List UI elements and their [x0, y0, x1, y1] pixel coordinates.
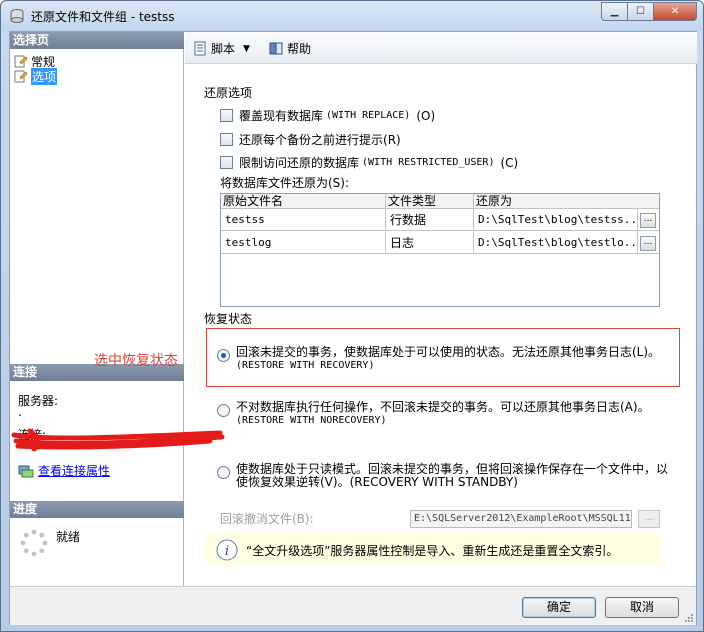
title-bar[interactable]: 还原文件和文件组 - testss ▁ ☐ ✕	[1, 1, 703, 31]
annotation-text: 选中恢复状态	[94, 353, 178, 369]
column-header[interactable]: 原始文件名	[221, 194, 386, 209]
view-connection-properties-link[interactable]: 查看连接属性	[18, 462, 110, 479]
progress-header: 进度	[10, 501, 184, 518]
radio-button[interactable]	[217, 404, 230, 417]
cell-restore-as[interactable]: D:\SqlTest\blog\testss...	[474, 209, 638, 231]
table-row[interactable]: testss 行数据 D:\SqlTest\blog\testss... ...	[221, 209, 659, 231]
option-overwrite-checkbox[interactable]: 覆盖现有数据库 (WITH REPLACE) (O)	[220, 107, 435, 124]
page-icon	[14, 70, 28, 83]
minimize-button[interactable]: ▁	[601, 2, 628, 21]
progress-status: 就绪	[56, 530, 81, 544]
cell-file-type: 行数据	[386, 209, 474, 231]
restore-database-icon	[10, 9, 24, 23]
server-value: .	[18, 405, 22, 419]
checkbox[interactable]	[220, 109, 233, 122]
dialog-client: 选择页 常规 选项 连接 服务器: . 连接: 查看连接属性 进度 就绪 脚本 …	[9, 31, 697, 625]
help-button[interactable]: 帮助	[269, 40, 311, 57]
undo-file-label: 回滚撤消文件(B):	[220, 512, 314, 526]
undo-file-input[interactable]: E:\SQLServer2012\ExampleRoot\MSSQL11	[410, 510, 632, 528]
resize-grip-icon[interactable]	[684, 613, 694, 623]
browse-button[interactable]: ...	[640, 236, 656, 251]
cell-file-type: 日志	[386, 232, 474, 254]
recovery-option-with-recovery[interactable]: 回滚未提交的事务，使数据库处于可以使用的状态。无法还原其他事务日志(L)。 (R…	[217, 346, 660, 372]
cancel-button[interactable]: 取消	[605, 597, 679, 618]
help-icon	[269, 42, 283, 55]
column-header[interactable]: 还原为	[474, 194, 660, 209]
option-restricted-checkbox[interactable]: 限制访问还原的数据库 (WITH RESTRICTED_USER) (C)	[220, 154, 518, 171]
info-message: i “全文升级选项”服务器属性控制是导入、重新生成还是重置全文索引。	[206, 534, 662, 566]
svg-text:i: i	[225, 544, 229, 559]
info-icon: i	[216, 539, 238, 561]
select-page-header: 选择页	[10, 32, 184, 49]
recovery-option-norecovery[interactable]: 不对数据库执行任何操作，不回滚未提交的事务。可以还原其他事务日志(A)。 (RE…	[217, 401, 650, 427]
close-button[interactable]: ✕	[653, 2, 697, 21]
restore-as-label: 将数据库文件还原为(S):	[220, 176, 350, 190]
browse-button[interactable]: ...	[640, 213, 656, 228]
script-button[interactable]: 脚本 ▼	[193, 40, 250, 57]
recovery-option-standby[interactable]: 使数据库处于只读模式。回滚未提交的事务，但将回滚操作保存在一个文件中，以 使恢复…	[217, 463, 668, 489]
radio-button[interactable]	[217, 349, 230, 362]
dialog-footer: 确定 取消	[10, 586, 696, 625]
progress-spinner-icon	[20, 529, 48, 557]
chevron-down-icon[interactable]: ▼	[243, 44, 250, 54]
script-icon	[194, 41, 206, 56]
cell-original-name: testss	[221, 209, 386, 231]
maximize-button[interactable]: ☐	[627, 2, 654, 21]
red-redaction-scribble	[11, 428, 225, 452]
page-icon	[14, 55, 28, 68]
server-label: 服务器:	[18, 394, 59, 408]
option-prompt-checkbox[interactable]: 还原每个备份之前进行提示 (R)	[220, 131, 401, 148]
radio-button[interactable]	[217, 466, 230, 479]
toolbar: 脚本 ▼ 帮助	[185, 32, 697, 64]
window-title: 还原文件和文件组 - testss	[31, 10, 175, 24]
connection-properties-icon	[18, 465, 34, 477]
undo-file-browse-button[interactable]: ...	[638, 510, 660, 528]
grid-header: 原始文件名 文件类型 还原为	[221, 194, 659, 209]
checkbox[interactable]	[220, 133, 233, 146]
page-item-general[interactable]: 常规	[14, 54, 55, 69]
left-pane: 选择页 常规 选项 连接 服务器: . 连接: 查看连接属性 进度 就绪	[10, 32, 225, 586]
ok-button[interactable]: 确定	[522, 597, 596, 618]
page-item-options[interactable]: 选项	[14, 68, 58, 85]
checkbox[interactable]	[220, 156, 233, 169]
cell-restore-as[interactable]: D:\SqlTest\blog\testlo...	[474, 232, 638, 254]
cell-original-name: testlog	[221, 232, 386, 254]
recovery-state-title: 恢复状态	[204, 312, 253, 326]
restore-files-grid: 原始文件名 文件类型 还原为 testss 行数据 D:\SqlTest\blo…	[220, 193, 660, 307]
dialog-window: 还原文件和文件组 - testss ▁ ☐ ✕ 选择页 常规 选项 连接 服务器…	[0, 0, 704, 632]
column-header[interactable]: 文件类型	[386, 194, 474, 209]
table-row[interactable]: testlog 日志 D:\SqlTest\blog\testlo... ...	[221, 232, 659, 254]
restore-options-title: 还原选项	[204, 86, 253, 100]
